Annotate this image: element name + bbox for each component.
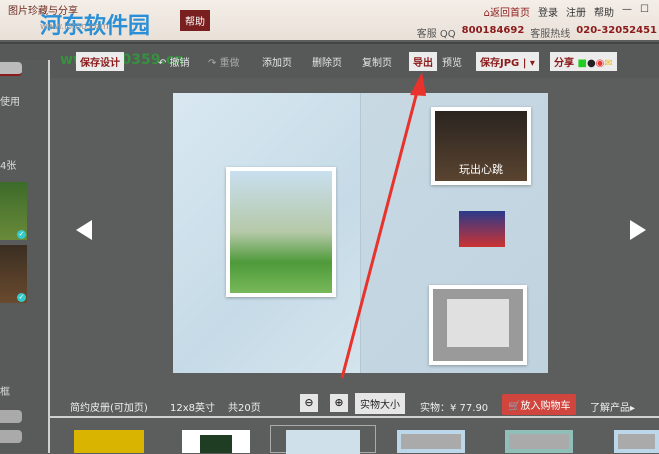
arrow-head [410, 72, 426, 96]
arrow-shaft [340, 87, 420, 379]
annotation-arrow [340, 72, 426, 379]
